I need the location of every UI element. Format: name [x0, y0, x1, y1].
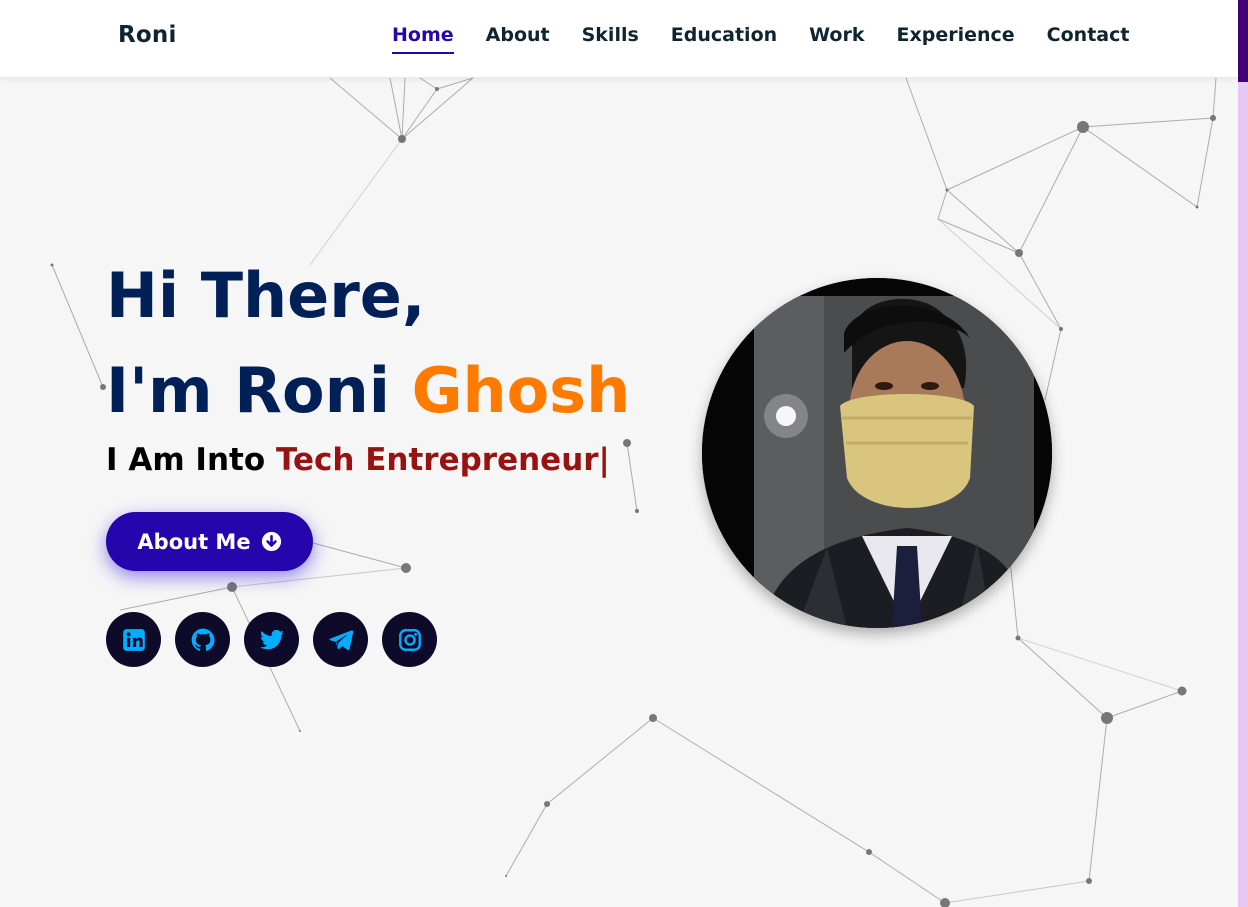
nav-item-work[interactable]: Work: [809, 24, 864, 54]
profile-photo-illustration: [702, 278, 1052, 628]
hero-heading: Hi There, I'm Roni Ghosh: [106, 248, 630, 438]
github-icon: [191, 628, 214, 651]
profile-photo: [702, 278, 1052, 628]
linkedin-link[interactable]: [106, 612, 161, 667]
nav-item-skills[interactable]: Skills: [582, 24, 639, 54]
hero-greeting: Hi There,: [106, 259, 426, 332]
nav-item-contact[interactable]: Contact: [1047, 24, 1130, 54]
twitter-icon: [259, 629, 284, 649]
nav-item-experience[interactable]: Experience: [897, 24, 1015, 54]
arrow-circle-down-icon: [261, 531, 281, 552]
typed-value: Tech Entrepreneur|: [275, 442, 610, 478]
about-me-label: About Me: [137, 529, 251, 554]
hero-last-name: Ghosh: [411, 354, 631, 427]
github-link[interactable]: [175, 612, 230, 667]
linkedin-icon: [122, 628, 145, 651]
twitter-link[interactable]: [244, 612, 299, 667]
telegram-icon: [328, 629, 353, 650]
scrollbar[interactable]: [1238, 0, 1248, 907]
scrollbar-thumb[interactable]: [1238, 0, 1248, 82]
instagram-icon: [398, 628, 421, 651]
about-me-button[interactable]: About Me: [106, 512, 313, 571]
telegram-link[interactable]: [313, 612, 368, 667]
nav-item-about[interactable]: About: [486, 24, 550, 54]
typed-tagline: I Am Into Tech Entrepreneur|: [106, 442, 610, 478]
hero-intro: I'm Roni: [106, 354, 412, 427]
nav-item-education[interactable]: Education: [671, 24, 777, 54]
brand-logo[interactable]: Roni: [118, 22, 177, 48]
navbar: Roni Home About Skills Education Work Ex…: [0, 0, 1238, 77]
social-links: [106, 612, 437, 667]
typed-prefix: I Am Into: [106, 442, 276, 478]
nav-item-home[interactable]: Home: [392, 24, 454, 54]
nav-menu: Home About Skills Education Work Experie…: [392, 24, 1129, 54]
instagram-link[interactable]: [382, 612, 437, 667]
